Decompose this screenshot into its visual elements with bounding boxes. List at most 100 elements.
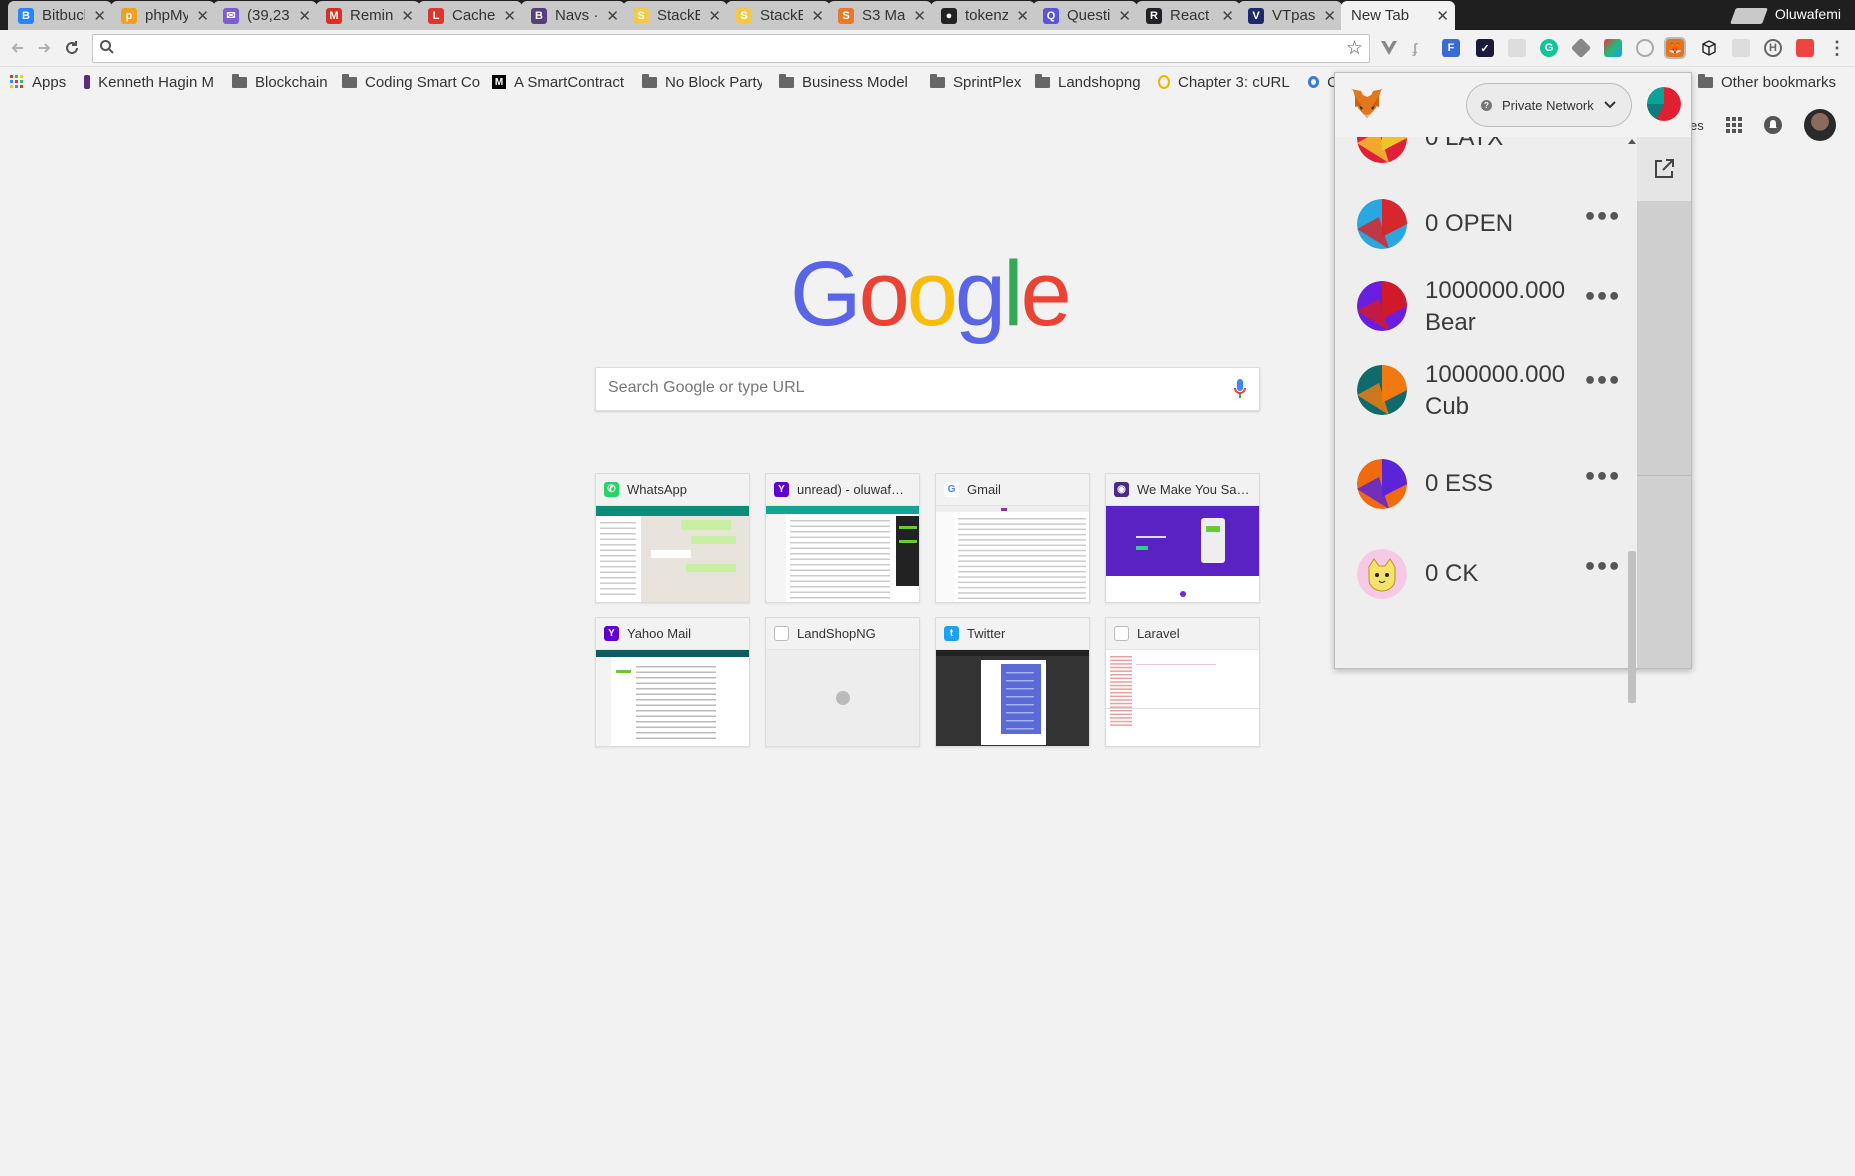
token-options-icon[interactable]: •••: [1583, 369, 1621, 394]
most-visited-tile[interactable]: LandShopNG: [765, 617, 920, 747]
tab-close-icon[interactable]: ✕: [196, 7, 209, 25]
tab[interactable]: B Bitbucket ✕: [8, 1, 112, 30]
most-visited-tile[interactable]: Yunread) - oluwafemi...: [765, 473, 920, 603]
tab[interactable]: M Reminder ✕: [316, 1, 420, 30]
token-list-scrollbar[interactable]: [1627, 137, 1637, 703]
extension-icon[interactable]: [1508, 39, 1526, 57]
token-row[interactable]: 0 CK •••: [1335, 533, 1637, 623]
bookmark-a-smartcontract[interactable]: M A SmartContract: [492, 71, 632, 93]
most-visited-tile[interactable]: t Twitter: [935, 617, 1090, 747]
chrome-menu-icon[interactable]: ⋮: [1828, 38, 1846, 58]
most-visited-tile[interactable]: Y Yahoo Mail: [595, 617, 750, 747]
tab-close-icon[interactable]: ✕: [606, 7, 619, 25]
bookmark-coding-smart-contracts[interactable]: Coding Smart Co: [342, 71, 482, 93]
tab[interactable]: L Cache - L ✕: [418, 1, 522, 30]
popout-button[interactable]: [1637, 137, 1691, 201]
extension-icon[interactable]: ʄ: [1406, 39, 1424, 57]
network-selector[interactable]: ? Private Network: [1466, 83, 1632, 127]
tab-new-tab-active[interactable]: New Tab ✕: [1341, 1, 1455, 30]
token-options-icon[interactable]: •••: [1583, 285, 1621, 310]
tile-header: t Twitter: [936, 618, 1089, 650]
extension-icon[interactable]: [1732, 39, 1750, 57]
bookmark-kenneth-hagin[interactable]: Kenneth Hagin M: [84, 71, 214, 93]
search-icon: [100, 40, 114, 54]
tab-close-icon[interactable]: ✕: [1323, 7, 1336, 25]
tab-title: StackEdit: [760, 7, 804, 24]
bookmark-blockchain[interactable]: Blockchain: [232, 71, 337, 93]
address-bar[interactable]: ☆: [92, 34, 1370, 63]
extension-icon[interactable]: [1796, 39, 1814, 57]
bookmark-business-model[interactable]: Business Model: [779, 71, 915, 93]
tab-close-icon[interactable]: ✕: [503, 7, 516, 25]
tab[interactable]: S StackEdit ✕: [726, 1, 830, 30]
tab-close-icon[interactable]: ✕: [1118, 7, 1131, 25]
token-identicon: [1357, 549, 1407, 599]
bookmark-extension-icon[interactable]: ✓: [1476, 39, 1494, 57]
tab-close-icon[interactable]: ✕: [913, 7, 926, 25]
tile-header: LandShopNG: [766, 618, 919, 650]
colorful-extension-icon[interactable]: [1604, 39, 1622, 57]
bookmark-landshopng[interactable]: Landshopng: [1035, 71, 1149, 93]
scroll-up-arrow[interactable]: [1628, 139, 1636, 144]
account-identicon[interactable]: [1647, 87, 1681, 121]
token-row[interactable]: 1000000.000 Cub •••: [1335, 347, 1637, 437]
profile-name[interactable]: Oluwafemi: [1775, 6, 1841, 22]
token-options-icon[interactable]: •••: [1583, 465, 1621, 490]
tab-close-icon[interactable]: ✕: [1436, 7, 1449, 25]
bookmark-chapter-3-curl[interactable]: Chapter 3: cURL: [1158, 71, 1290, 93]
tab[interactable]: S S3 Manag ✕: [828, 1, 932, 30]
tab[interactable]: p phpMyAdmin ✕: [111, 1, 215, 30]
bookmark-sprintplex[interactable]: SprintPlex: [930, 71, 1030, 93]
tab-close-icon[interactable]: ✕: [811, 7, 824, 25]
token-options-icon[interactable]: •••: [1583, 205, 1621, 230]
tab-close-icon[interactable]: ✕: [1221, 7, 1234, 25]
bookmark-other-bookmarks[interactable]: Other bookmarks: [1698, 71, 1848, 93]
token-row[interactable]: 0 LATX •••: [1335, 137, 1637, 187]
metamask-icon[interactable]: 🦊: [1664, 37, 1686, 59]
bookmark-star-icon[interactable]: ☆: [1346, 37, 1363, 59]
apps-launcher-icon[interactable]: [1725, 117, 1742, 133]
tab-close-icon[interactable]: ✕: [708, 7, 721, 25]
bookmark-no-block-party[interactable]: No Block Party: [642, 71, 762, 93]
token-row[interactable]: 1000000.000 Bear •••: [1335, 263, 1637, 353]
tab-close-icon[interactable]: ✕: [93, 7, 106, 25]
tab[interactable]: S StackEdit ✕: [623, 1, 727, 30]
most-visited-tile[interactable]: G Gmail: [935, 473, 1090, 603]
most-visited-tile[interactable]: ◉ We Make You Save...: [1105, 473, 1260, 603]
tab-close-icon[interactable]: ✕: [298, 7, 311, 25]
scroll-thumb[interactable]: [1628, 551, 1636, 703]
forward-button[interactable]: [32, 36, 56, 60]
tab-close-icon[interactable]: ✕: [1016, 7, 1029, 25]
tab[interactable]: Q Question ✕: [1033, 1, 1137, 30]
token-options-icon[interactable]: •••: [1583, 555, 1621, 580]
h-extension-icon[interactable]: H: [1764, 39, 1782, 57]
tab-close-icon[interactable]: ✕: [401, 7, 414, 25]
token-options-icon[interactable]: •••: [1583, 137, 1621, 144]
token-row[interactable]: 0 ESS •••: [1335, 443, 1637, 533]
cube-extension-icon[interactable]: [1700, 39, 1718, 57]
most-visited-tile[interactable]: Laravel: [1105, 617, 1260, 747]
extension-icon[interactable]: [1570, 37, 1592, 59]
tab[interactable]: B Navs · Bo ✕: [521, 1, 625, 30]
reload-button[interactable]: [60, 36, 84, 60]
token-row[interactable]: 0 OPEN •••: [1335, 183, 1637, 273]
new-tab-button[interactable]: [1730, 8, 1768, 24]
grammarly-icon[interactable]: G: [1540, 39, 1558, 57]
fi-extension-icon[interactable]: F: [1442, 39, 1460, 57]
search-box[interactable]: [595, 367, 1260, 411]
microphone-icon[interactable]: [1233, 378, 1247, 400]
tab[interactable]: ● tokenzer ✕: [931, 1, 1035, 30]
search-input[interactable]: [608, 379, 1208, 397]
tab[interactable]: V VTpass.c ✕: [1238, 1, 1342, 30]
images-link[interactable]: es: [1690, 118, 1704, 133]
extension-icon[interactable]: [1636, 39, 1654, 57]
address-input[interactable]: [121, 40, 1321, 57]
avatar[interactable]: [1803, 109, 1836, 141]
back-button[interactable]: [6, 36, 30, 60]
bookmark-apps[interactable]: Apps: [10, 71, 70, 93]
tab[interactable]: R React Ap ✕: [1136, 1, 1240, 30]
notifications-bell-icon[interactable]: [1763, 116, 1782, 134]
most-visited-tile[interactable]: ✆ WhatsApp: [595, 473, 750, 603]
tab[interactable]: ✉ (39,232 u ✕: [213, 1, 317, 30]
vue-devtools-icon[interactable]: [1380, 39, 1398, 57]
